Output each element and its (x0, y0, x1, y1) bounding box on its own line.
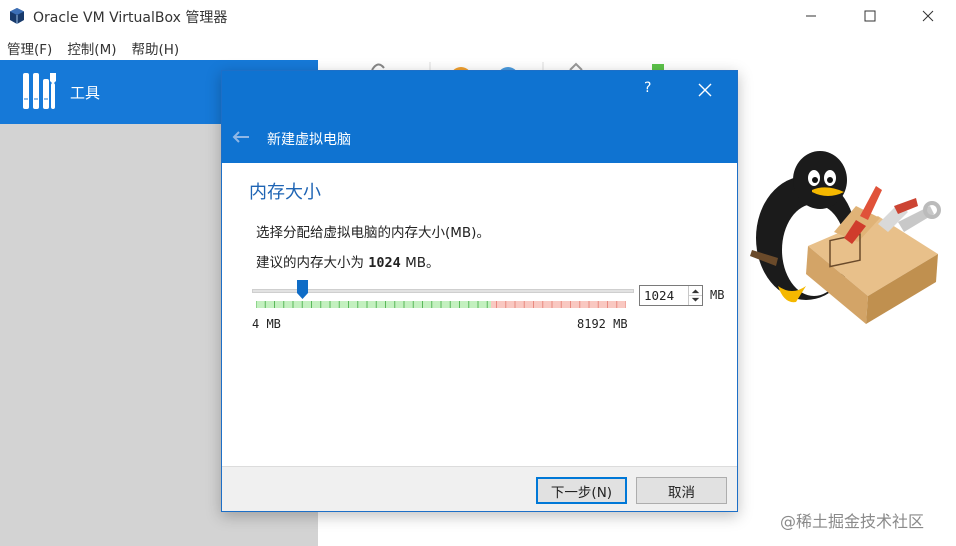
min-memory-label: 4 MB (252, 317, 281, 331)
window-title: Oracle VM VirtualBox 管理器 (33, 10, 228, 26)
sidebar-item-label: 工具 (70, 84, 101, 102)
title-bar: Oracle VM VirtualBox 管理器 (0, 0, 956, 32)
menu-bar: 管理(F) 控制(M) 帮助(H) (0, 36, 187, 58)
dialog-footer: 下一步(N) 取消 (222, 466, 737, 511)
close-icon[interactable] (698, 83, 712, 97)
virtualbox-logo-icon (10, 8, 24, 24)
cancel-button[interactable]: 取消 (636, 477, 727, 504)
memory-description: 选择分配给虚拟电脑的内存大小(MB)。 (256, 225, 490, 241)
memory-size-input[interactable]: 1024 (639, 285, 703, 306)
dialog-title: 新建虚拟电脑 (267, 132, 351, 148)
recommend-value: 1024 (368, 255, 401, 271)
back-arrow-icon[interactable] (232, 130, 250, 144)
dialog-header: ? 新建虚拟电脑 (222, 71, 737, 163)
recommend-prefix: 建议的内存大小为 (256, 255, 369, 271)
help-button[interactable]: ? (644, 80, 651, 96)
tools-icon (23, 73, 56, 109)
next-button[interactable]: 下一步(N) (536, 477, 627, 504)
minimize-button[interactable] (788, 0, 834, 32)
menu-help[interactable]: 帮助(H) (125, 36, 188, 58)
recommend-suffix: MB。 (400, 255, 440, 271)
scale-ticks (256, 301, 626, 308)
menu-control[interactable]: 控制(M) (60, 36, 124, 58)
slider-track[interactable] (252, 289, 634, 293)
new-vm-dialog: ? 新建虚拟电脑 内存大小 选择分配给虚拟电脑的内存大小(MB)。 建议的内存大… (221, 70, 738, 512)
close-icon (922, 10, 934, 22)
section-title: 内存大小 (249, 182, 321, 203)
close-window-button[interactable] (905, 0, 951, 32)
minimize-icon (806, 15, 816, 17)
memory-slider[interactable] (252, 279, 636, 309)
max-memory-label: 8192 MB (577, 317, 628, 331)
maximize-icon (864, 10, 876, 22)
recommended-memory-text: 建议的内存大小为 1024 MB。 (256, 251, 440, 271)
watermark: @稀土掘金技术社区 (780, 512, 925, 531)
memory-scale (256, 301, 626, 308)
spin-arrows-icon[interactable] (688, 286, 702, 305)
memory-value: 1024 (644, 288, 675, 303)
memory-unit-label: MB (710, 288, 725, 302)
maximize-button[interactable] (847, 0, 893, 32)
penguin-toolbox-illustration (750, 151, 941, 324)
menu-manage[interactable]: 管理(F) (0, 36, 60, 58)
slider-thumb[interactable] (296, 280, 308, 299)
